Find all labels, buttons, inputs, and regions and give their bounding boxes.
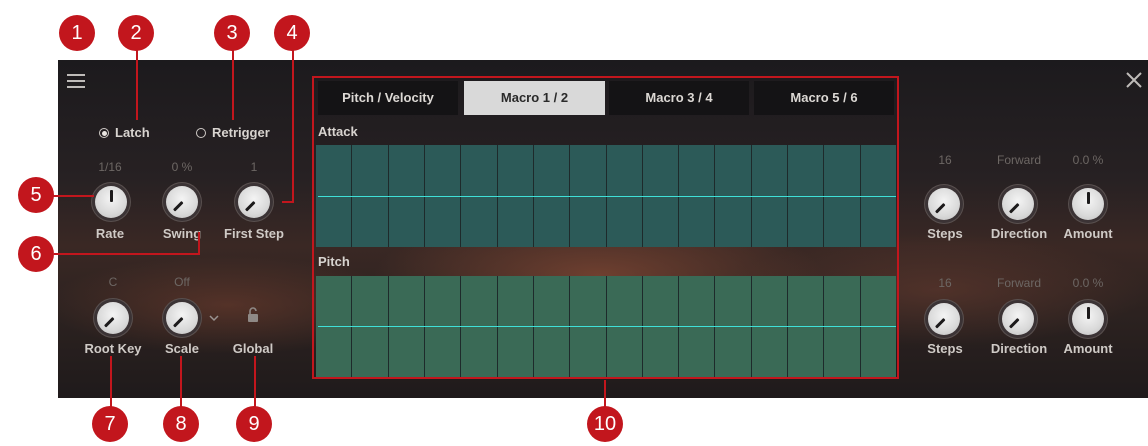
rate-value: 1/16 — [98, 160, 122, 174]
attack-direction-value: Forward — [996, 153, 1041, 167]
first-step-knob[interactable] — [238, 186, 270, 218]
global-label[interactable]: Global — [228, 341, 278, 356]
callout-6-line — [54, 253, 200, 255]
rate-label: Rate — [95, 226, 125, 241]
callout-3-line — [232, 40, 234, 120]
callout-badge-9: 9 — [236, 406, 272, 442]
attack-direction-knob[interactable] — [1002, 188, 1034, 220]
attack-lane-title: Attack — [318, 124, 358, 139]
pitch-steps-label: Steps — [927, 341, 963, 356]
callout-badge-8: 8 — [163, 406, 199, 442]
callout-4-hline — [282, 201, 294, 203]
scale-value: Off — [174, 275, 190, 289]
lock-icon[interactable] — [246, 307, 260, 323]
first-step-value: 1 — [250, 160, 258, 174]
attack-amount-knob[interactable] — [1072, 188, 1104, 220]
latch-label[interactable]: Latch — [115, 125, 150, 140]
pitch-amount-value: 0.0 % — [1072, 276, 1104, 290]
pitch-steps-knob[interactable] — [928, 303, 960, 335]
pitch-direction-label: Direction — [990, 341, 1048, 356]
latch-radio[interactable] — [99, 128, 109, 138]
callout-10-line — [604, 380, 606, 408]
callout-8-line — [180, 356, 182, 408]
rate-knob[interactable] — [95, 186, 127, 218]
swing-value: 0 % — [171, 160, 193, 174]
callout-2-line — [136, 40, 138, 120]
callout-badge-6: 6 — [18, 236, 54, 272]
tab-macro-1-2[interactable]: Macro 1 / 2 — [464, 81, 605, 115]
callout-7-line — [110, 356, 112, 408]
pitch-steps-value: 16 — [938, 276, 952, 290]
scale-dropdown-chevron-icon[interactable] — [209, 309, 219, 322]
attack-center-line — [318, 196, 896, 197]
attack-steps-value: 16 — [938, 153, 952, 167]
pitch-center-line — [318, 326, 896, 327]
close-icon[interactable] — [1124, 70, 1144, 90]
root-key-knob[interactable] — [97, 302, 129, 334]
attack-direction-label: Direction — [990, 226, 1048, 241]
swing-knob[interactable] — [166, 186, 198, 218]
callout-4-line — [292, 40, 294, 202]
root-key-label: Root Key — [84, 341, 142, 356]
pitch-amount-label: Amount — [1063, 341, 1113, 356]
retrigger-radio[interactable] — [196, 128, 206, 138]
retrigger-label[interactable]: Retrigger — [212, 125, 270, 140]
attack-steps-knob[interactable] — [928, 188, 960, 220]
callout-9-line — [254, 356, 256, 408]
root-key-value: C — [108, 275, 118, 289]
callout-badge-10: 10 — [587, 406, 623, 442]
callout-6-vline — [198, 232, 200, 255]
tab-macro-5-6[interactable]: Macro 5 / 6 — [754, 81, 894, 115]
callout-badge-2: 2 — [118, 15, 154, 51]
callout-badge-4: 4 — [274, 15, 310, 51]
callout-badge-3: 3 — [214, 15, 250, 51]
tab-pitch-velocity[interactable]: Pitch / Velocity — [318, 81, 458, 115]
attack-amount-label: Amount — [1063, 226, 1113, 241]
first-step-label: First Step — [224, 226, 284, 241]
pitch-direction-knob[interactable] — [1002, 303, 1034, 335]
attack-amount-value: 0.0 % — [1072, 153, 1104, 167]
callout-5-line — [52, 195, 94, 197]
tab-macro-3-4[interactable]: Macro 3 / 4 — [609, 81, 749, 115]
scale-label: Scale — [165, 341, 199, 356]
scale-knob[interactable] — [166, 302, 198, 334]
callout-badge-7: 7 — [92, 406, 128, 442]
hamburger-menu-icon[interactable] — [67, 74, 85, 92]
pitch-direction-value: Forward — [996, 276, 1041, 290]
callout-badge-5: 5 — [18, 177, 54, 213]
pitch-amount-knob[interactable] — [1072, 303, 1104, 335]
pitch-lane-title: Pitch — [318, 254, 350, 269]
attack-steps-label: Steps — [927, 226, 963, 241]
callout-badge-1: 1 — [59, 15, 95, 51]
